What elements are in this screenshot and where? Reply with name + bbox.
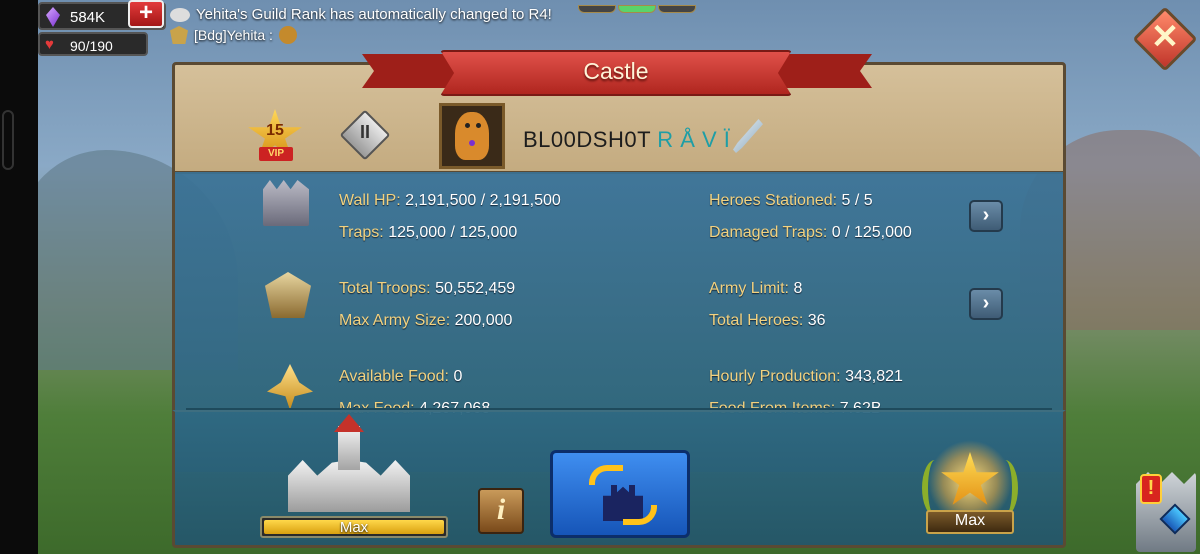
laurel-right-icon bbox=[992, 460, 1018, 516]
traps-value: 125,000 / 125,000 bbox=[388, 224, 518, 241]
wall-hp-label: Wall HP: bbox=[339, 192, 401, 209]
swap-arrow-icon bbox=[623, 505, 657, 525]
castle-level-label: Max bbox=[339, 519, 369, 536]
damaged-traps-value: 0 / 125,000 bbox=[831, 224, 912, 241]
wall-hp-value: 2,191,500 / 2,191,500 bbox=[405, 192, 561, 209]
army-limit-stat: Army Limit: 8 bbox=[709, 280, 802, 298]
device-notch bbox=[2, 110, 14, 170]
info-button[interactable]: i bbox=[478, 488, 524, 534]
stats-divider bbox=[186, 408, 1052, 410]
side-quest-widget[interactable]: ! bbox=[1130, 462, 1200, 554]
heroes-stationed-label: Heroes Stationed: bbox=[709, 192, 838, 209]
hourly-production-label: Hourly Production: bbox=[709, 368, 841, 385]
page-indicator bbox=[578, 0, 704, 13]
available-food-stat: Available Food: 0 bbox=[339, 368, 462, 386]
available-food-label: Available Food: bbox=[339, 368, 449, 385]
traps-stat: Traps: 125,000 / 125,000 bbox=[339, 224, 517, 242]
panel-title: Castle bbox=[583, 58, 649, 84]
hourly-production-stat: Hourly Production: 343,821 bbox=[709, 368, 903, 386]
max-army-size-label: Max Army Size: bbox=[339, 312, 451, 329]
max-army-size-stat: Max Army Size: 200,000 bbox=[339, 312, 512, 330]
castle-illustration bbox=[282, 414, 416, 516]
chat-bubble-icon bbox=[170, 7, 190, 22]
guild-badge-icon bbox=[170, 26, 188, 44]
heroes-stationed-stat: Heroes Stationed: 5 / 5 bbox=[709, 192, 873, 210]
total-heroes-label: Total Heroes: bbox=[709, 312, 804, 329]
max-level-badge[interactable]: Max bbox=[918, 440, 1022, 540]
heart-icon: ♥ bbox=[45, 36, 54, 53]
castle-wall-icon bbox=[263, 180, 309, 226]
page-dot-active bbox=[618, 5, 656, 13]
swap-arrow-icon bbox=[589, 465, 623, 485]
page-dot bbox=[658, 5, 696, 13]
wheat-food-icon bbox=[267, 364, 313, 410]
damaged-traps-label: Damaged Traps: bbox=[709, 224, 828, 241]
stamina-value: 90/190 bbox=[70, 38, 113, 54]
max-badge-label: Max bbox=[954, 512, 986, 529]
troops-helmet-icon bbox=[265, 272, 311, 318]
heroes-stationed-value: 5 / 5 bbox=[841, 192, 873, 209]
rename-quill-icon[interactable] bbox=[733, 119, 763, 153]
army-limit-label: Army Limit: bbox=[709, 280, 789, 297]
army-limit-value: 8 bbox=[793, 280, 803, 297]
defense-details-button[interactable]: › bbox=[969, 200, 1003, 232]
total-troops-stat: Total Troops: 50,552,459 bbox=[339, 280, 515, 298]
gems-value: 584K bbox=[70, 9, 106, 26]
avatar-eye bbox=[476, 123, 481, 128]
device-edge bbox=[0, 0, 38, 554]
wall-hp-stat: Wall HP: 2,191,500 / 2,191,500 bbox=[339, 192, 561, 210]
total-troops-value: 50,552,459 bbox=[435, 280, 516, 297]
damaged-traps-stat: Damaged Traps: 0 / 125,000 bbox=[709, 224, 912, 242]
chat-system-message: Yehita's Guild Rank has automatically ch… bbox=[196, 6, 552, 23]
vip-badge[interactable]: 15 VIP bbox=[247, 109, 303, 165]
page-dot bbox=[578, 5, 616, 13]
player-name-main: BL00DSH0T bbox=[523, 127, 651, 152]
gem-icon bbox=[46, 7, 60, 27]
vip-tag: VIP bbox=[259, 147, 293, 161]
pause-icon: II bbox=[359, 122, 370, 142]
buy-gems-button[interactable]: + bbox=[128, 0, 164, 28]
available-food-value: 0 bbox=[453, 368, 463, 385]
castle-level-bar: Max bbox=[260, 516, 448, 538]
avatar-eye bbox=[465, 123, 470, 128]
stamina-counter[interactable]: ♥ 90/190 bbox=[38, 32, 148, 56]
chat-sender: [Bdg]Yehita : bbox=[194, 27, 273, 43]
traps-label: Traps: bbox=[339, 224, 384, 241]
hourly-production-value: 343,821 bbox=[845, 368, 903, 385]
relocate-castle-button[interactable] bbox=[550, 450, 690, 538]
alert-icon: ! bbox=[1140, 474, 1162, 504]
player-name: BL00DSH0T R Å V Ï bbox=[523, 127, 730, 153]
total-heroes-stat: Total Heroes: 36 bbox=[709, 312, 826, 330]
close-button[interactable]: ✕ bbox=[1132, 6, 1198, 72]
max-army-size-value: 200,000 bbox=[454, 312, 513, 329]
vip-level: 15 bbox=[266, 122, 284, 139]
gingerbread-avatar-icon bbox=[455, 112, 489, 160]
army-details-button[interactable]: › bbox=[969, 288, 1003, 320]
player-name-suffix: R Å V Ï bbox=[657, 127, 731, 152]
chat-ticker[interactable]: Yehita's Guild Rank has automatically ch… bbox=[170, 6, 552, 44]
total-heroes-value: 36 bbox=[807, 312, 826, 329]
player-portrait[interactable] bbox=[439, 103, 505, 169]
total-troops-label: Total Troops: bbox=[339, 280, 431, 297]
laurel-left-icon bbox=[922, 460, 948, 516]
sender-avatar-icon bbox=[278, 26, 297, 44]
castle-tower bbox=[338, 426, 360, 470]
close-icon: ✕ bbox=[1150, 18, 1180, 56]
avatar-button bbox=[469, 140, 475, 146]
